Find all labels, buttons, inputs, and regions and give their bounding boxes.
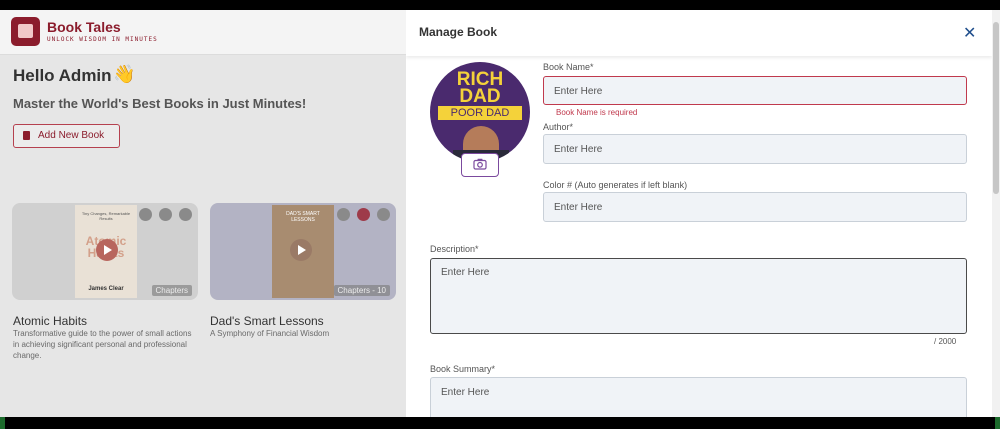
app-header: Book Tales UNLOCK WISDOM IN MINUTES xyxy=(0,10,406,55)
cover-line-3: POOR DAD xyxy=(438,106,522,120)
card-description: A Symphony of Financial Wisdom xyxy=(210,329,330,338)
color-label: Color # (Auto generates if left blank) xyxy=(543,180,688,190)
book-summary-label: Book Summary* xyxy=(430,364,496,374)
bottom-black-bar xyxy=(0,417,1000,429)
settings-icon[interactable] xyxy=(159,208,172,221)
wave-hand-icon: 👋 xyxy=(113,64,136,84)
brand-tagline: UNLOCK WISDOM IN MINUTES xyxy=(47,36,158,43)
brand-name: Book Tales xyxy=(47,19,121,35)
description-label: Description* xyxy=(430,244,479,254)
close-icon[interactable]: ✕ xyxy=(963,23,976,43)
grid-icon[interactable] xyxy=(139,208,152,221)
modal-title: Manage Book xyxy=(419,25,498,39)
page-subtitle: Master the World's Best Books in Just Mi… xyxy=(13,96,307,111)
book-name-placeholder: Enter Here xyxy=(554,86,603,97)
card-description: Transformative guide to the power of sma… xyxy=(13,329,192,360)
color-input[interactable]: Enter Here xyxy=(543,192,967,222)
background-app: Book Tales UNLOCK WISDOM IN MINUTES Hell… xyxy=(0,10,406,417)
book-card-atomic-habits[interactable]: Tiny Changes, Remarkable Results Atomic … xyxy=(12,203,198,300)
description-placeholder: Enter Here xyxy=(441,267,490,278)
description-char-counter: / 2000 xyxy=(934,337,957,346)
edit-icon[interactable] xyxy=(179,208,192,221)
book-logo-icon xyxy=(11,17,40,46)
add-new-book-label: Add New Book xyxy=(38,130,105,141)
chapters-badge: Chapters - 10 xyxy=(333,285,390,296)
cover-author: James Clear xyxy=(88,286,124,292)
cover-subtitle: Tiny Changes, Remarkable Results xyxy=(81,211,131,221)
modal-scrollbar[interactable] xyxy=(992,10,1000,417)
cover-title: DAD'S SMART LESSONS xyxy=(286,211,320,223)
camera-icon xyxy=(473,158,487,170)
book-name-label: Book Name* xyxy=(543,62,594,72)
cover-line-2: DAD xyxy=(459,86,501,107)
manage-book-modal: Manage Book ✕ RICH DAD POOR DAD Book Nam… xyxy=(406,10,992,417)
author-placeholder: Enter Here xyxy=(554,144,603,155)
heart-icon[interactable] xyxy=(357,208,370,221)
top-black-bar xyxy=(0,0,1000,10)
book-summary-placeholder: Enter Here xyxy=(441,387,490,398)
book-cover-image: RICH DAD POOR DAD xyxy=(430,62,530,162)
chapters-badge: Chapters xyxy=(151,285,192,296)
description-textarea[interactable]: Enter Here xyxy=(430,258,967,334)
modal-header: Manage Book ✕ xyxy=(406,10,992,56)
book-card-dads-smart-lessons[interactable]: DAD'S SMART LESSONS Chapters - 10 xyxy=(210,203,396,300)
scrollbar-thumb[interactable] xyxy=(993,22,999,194)
grid-icon[interactable] xyxy=(337,208,350,221)
card-title: Atomic Habits xyxy=(13,314,88,328)
book-icon xyxy=(23,131,30,140)
author-input[interactable]: Enter Here xyxy=(543,134,967,164)
card-title: Dad's Smart Lessons xyxy=(210,314,324,328)
color-placeholder: Enter Here xyxy=(554,202,603,213)
book-name-input[interactable]: Enter Here xyxy=(543,76,967,105)
author-label: Author* xyxy=(543,122,574,132)
upload-cover-button[interactable] xyxy=(461,153,499,177)
book-summary-textarea[interactable]: Enter Here xyxy=(430,377,967,417)
play-icon[interactable] xyxy=(96,239,118,261)
edit-icon[interactable] xyxy=(377,208,390,221)
play-icon[interactable] xyxy=(290,239,312,261)
greeting: Hello Admin xyxy=(13,66,112,85)
add-new-book-button[interactable]: Add New Book xyxy=(13,124,120,148)
book-name-error: Book Name is required xyxy=(556,108,638,117)
